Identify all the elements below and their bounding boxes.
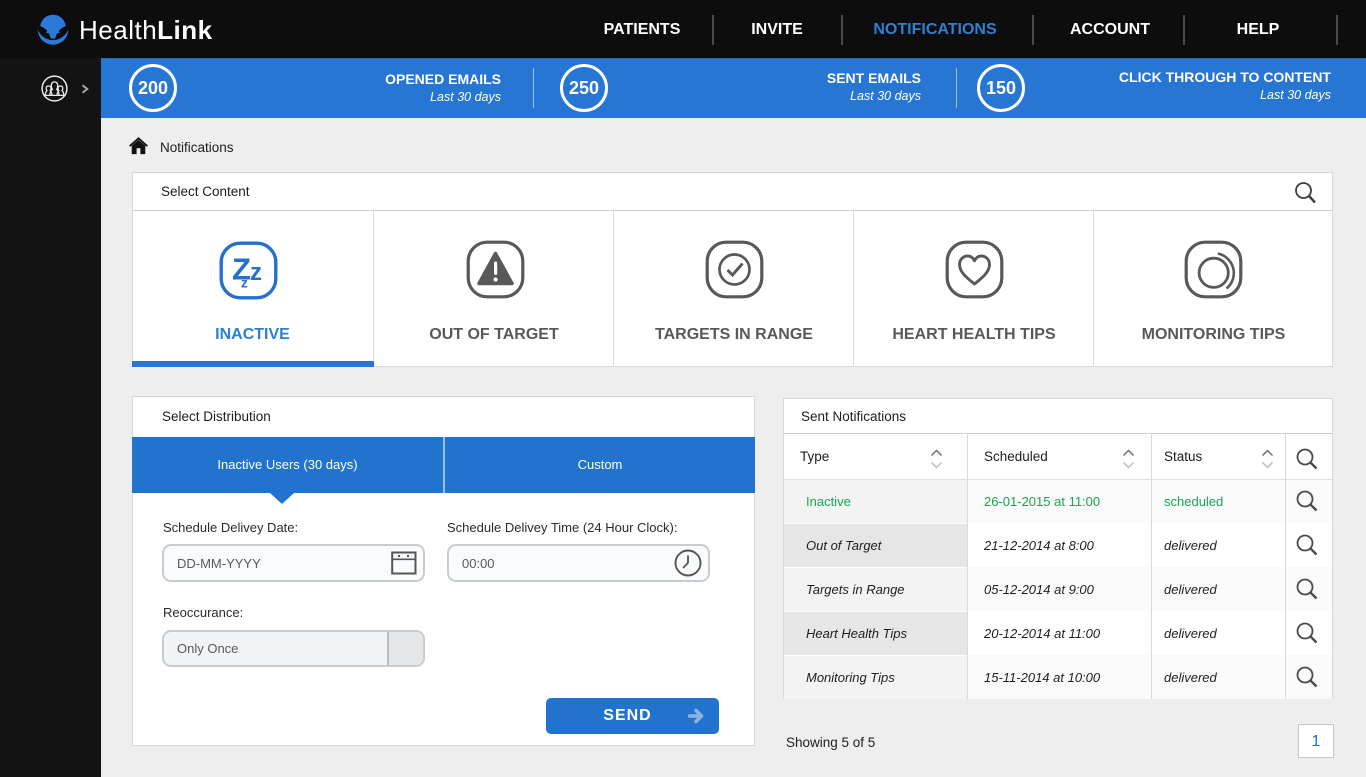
svg-text:z: z (250, 259, 262, 286)
svg-text:z: z (241, 276, 248, 291)
